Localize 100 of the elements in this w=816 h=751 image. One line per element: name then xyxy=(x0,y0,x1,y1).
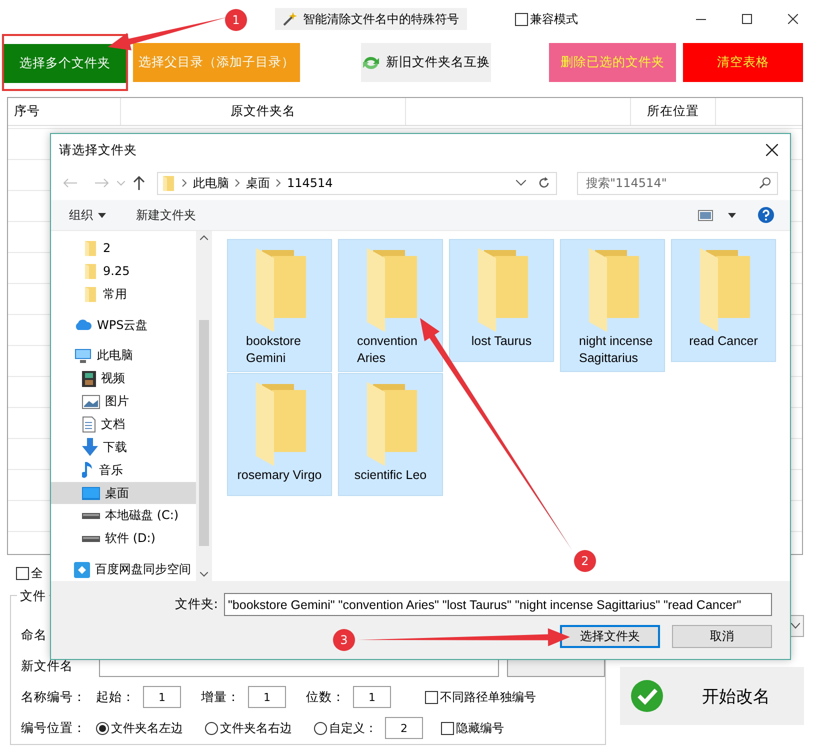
tree-item-label: 软件 (D:) xyxy=(105,530,156,548)
tree-item[interactable]: 常用 xyxy=(51,282,196,306)
tree-item-label: 文档 xyxy=(101,416,125,433)
chevron-down-icon xyxy=(516,180,526,186)
folder-name: scientific Leo xyxy=(353,467,428,484)
field-label: 位数： xyxy=(306,688,345,706)
tree-item[interactable]: 2 xyxy=(51,237,196,260)
tree-item-label: 下载 xyxy=(103,438,127,456)
view-icon xyxy=(698,210,713,220)
toolbar-button[interactable]: 新旧文件夹名互换 xyxy=(361,43,491,82)
tree-item-label: 音乐 xyxy=(99,462,123,479)
caret-icon xyxy=(98,212,106,218)
field-label: 命名 xyxy=(21,626,47,644)
tree-item[interactable]: 文档 xyxy=(51,413,196,436)
field-label: 文件夹: xyxy=(174,596,218,613)
document-icon xyxy=(82,416,96,433)
tree-item[interactable]: WPS云盘 xyxy=(51,314,196,336)
toolbar-button[interactable]: 清空表格 xyxy=(683,43,803,82)
toolbar-button[interactable]: 选择多个文件夹 xyxy=(4,44,126,83)
folder-tile[interactable]: night incense Sagittarius xyxy=(560,239,665,372)
tree-item-label: 常用 xyxy=(103,286,127,303)
folder-name: night incense Sagittarius xyxy=(578,333,654,367)
tree-item[interactable]: 桌面 xyxy=(51,482,196,504)
number-field[interactable]: 1 xyxy=(143,686,181,708)
start-rename-button[interactable]: 开始改名 xyxy=(620,667,804,725)
folder-name-field[interactable]: "bookstore Gemini" "convention Aries" "lost Taurus" "night incense Sagittarius" "read Cancer" xyxy=(224,593,772,616)
address-bar[interactable]: 此电脑 桌面 114514 xyxy=(157,172,557,194)
group-title: 文件 xyxy=(17,588,49,605)
field-label: 起始： xyxy=(96,688,135,706)
breadcrumb-item[interactable]: 桌面 xyxy=(246,174,270,192)
column-header: 序号 xyxy=(13,103,40,120)
swap-arrows-icon xyxy=(362,54,380,70)
help-button[interactable] xyxy=(758,207,774,223)
folder-icon xyxy=(162,174,176,192)
chevron-right-icon xyxy=(276,179,281,187)
folder-name: convention Aries xyxy=(356,333,418,367)
hide-numbering-checkbox[interactable]: 隐藏编号 xyxy=(441,720,504,736)
folder-icon xyxy=(84,262,98,280)
tree-item[interactable]: 百度网盘同步空间 xyxy=(51,558,196,581)
music-note-icon xyxy=(82,461,94,480)
up-button[interactable] xyxy=(133,176,145,190)
view-menu[interactable] xyxy=(698,210,736,220)
breadcrumb-item[interactable]: 此电脑 xyxy=(193,174,229,192)
tree-item[interactable]: 图片 xyxy=(51,390,196,414)
folder-tile[interactable]: lost Taurus xyxy=(449,239,554,362)
forward-button[interactable] xyxy=(95,178,109,188)
tree-item[interactable]: 软件 (D:) xyxy=(51,527,196,550)
custom-position-field[interactable]: 2 xyxy=(385,717,423,739)
number-field[interactable]: 1 xyxy=(353,686,391,708)
field-label: 编号位置： xyxy=(21,720,86,736)
folder-tile[interactable]: bookstore Gemini xyxy=(227,239,332,372)
radio-label: 自定义： xyxy=(329,720,377,736)
select-all-checkbox[interactable]: 全 xyxy=(16,565,43,582)
arrow-right-icon xyxy=(95,178,109,188)
folder-tile[interactable]: rosemary Virgo xyxy=(227,373,332,496)
tree-item-label: 视频 xyxy=(101,370,125,388)
search-field[interactable]: 搜索"114514" xyxy=(577,172,778,194)
number-field[interactable]: 1 xyxy=(248,686,286,708)
tree-item-label: 桌面 xyxy=(105,484,129,502)
tree-item[interactable]: 此电脑 xyxy=(51,344,196,368)
tree-item-label: 百度网盘同步空间 xyxy=(95,561,191,578)
tree-item-label: WPS云盘 xyxy=(97,316,148,334)
drive-icon xyxy=(82,512,100,519)
position-radio[interactable]: 自定义： xyxy=(314,720,377,736)
radio-label: 文件夹名左边 xyxy=(111,720,183,736)
tree-item[interactable]: 音乐 xyxy=(51,458,196,482)
recent-button[interactable] xyxy=(117,180,125,186)
folder-tile[interactable]: scientific Leo xyxy=(338,373,443,496)
checkbox-label: 全 xyxy=(31,565,43,582)
dialog-button[interactable]: 取消 xyxy=(672,625,772,648)
tree-item-label: 9.25 xyxy=(103,264,130,278)
tree-item[interactable]: 本地磁盘 (C:) xyxy=(51,504,196,528)
tree-item[interactable]: 9.25 xyxy=(51,260,196,283)
folder-icon xyxy=(84,240,98,257)
scroll-down-icon xyxy=(200,572,208,577)
folder-tile[interactable]: read Cancer xyxy=(671,239,776,362)
drive-icon xyxy=(82,536,100,542)
tree-item[interactable]: 视频 xyxy=(51,367,196,390)
breadcrumb-item[interactable]: 114514 xyxy=(287,176,333,190)
search-icon xyxy=(759,176,771,188)
scrollbar[interactable] xyxy=(196,231,212,581)
tree-item-label: 此电脑 xyxy=(97,347,133,364)
scroll-up-icon xyxy=(200,235,208,240)
position-radio[interactable]: 文件夹名左边 xyxy=(96,720,183,736)
tree-item[interactable]: 下载 xyxy=(51,436,196,459)
dialog-button[interactable]: 选择文件夹 xyxy=(560,625,660,648)
close-icon xyxy=(788,14,798,24)
folder-tile[interactable]: convention Aries xyxy=(338,239,443,372)
magic-wand-icon xyxy=(283,12,297,26)
chevron-down-icon xyxy=(117,180,125,186)
clean-symbols-button[interactable]: 智能清除文件名中的特殊符号 xyxy=(275,8,467,30)
position-radio[interactable]: 文件夹名右边 xyxy=(205,720,292,736)
column-header: 所在位置 xyxy=(647,103,699,120)
compat-mode-checkbox[interactable]: 兼容模式 xyxy=(515,10,578,28)
organize-menu[interactable]: 组织 xyxy=(69,206,106,224)
new-folder-button[interactable]: 新建文件夹 xyxy=(136,206,196,224)
dialog-title: 请选择文件夹 xyxy=(59,142,137,158)
tree-item-label: 本地磁盘 (C:) xyxy=(105,507,179,524)
back-button[interactable] xyxy=(63,178,77,188)
caret-icon xyxy=(728,212,736,218)
